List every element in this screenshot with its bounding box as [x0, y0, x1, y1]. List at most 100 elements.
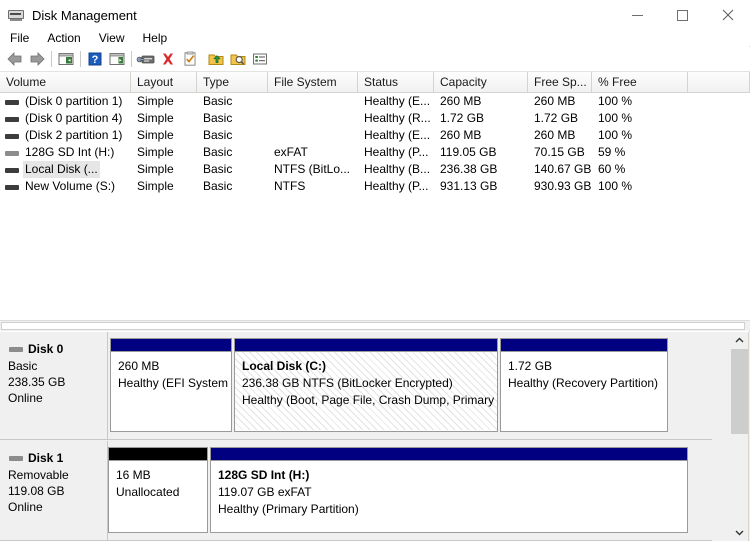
- partition-details: Local Disk (C:) 236.38 GB NTFS (BitLocker…: [235, 352, 497, 430]
- partition-color-bar: [501, 339, 667, 352]
- cell-free-sp: 930.93 GB: [534, 179, 592, 193]
- cell-capacity: 1.72 GB: [440, 111, 485, 125]
- column-header-volume[interactable]: Volume: [0, 72, 131, 92]
- volume-list-horizontal-scrollbar[interactable]: [0, 320, 750, 331]
- disk-name: Disk 0: [28, 342, 64, 356]
- scroll-up-button[interactable]: [731, 332, 748, 349]
- column-header-type[interactable]: Type: [197, 72, 268, 92]
- volume-name-cell: Local Disk (...: [0, 161, 131, 178]
- disk-info-panel[interactable]: Disk 1 Removable 119.08 GB Online: [0, 441, 108, 540]
- close-icon: [722, 9, 733, 21]
- table-row[interactable]: Local Disk (... Simple Basic NTFS (BitLo...…: [0, 161, 750, 178]
- search-folder-button[interactable]: [227, 48, 249, 70]
- volume-list-pane: Volume Layout Type File System Status Capacit…: [0, 72, 750, 320]
- disk-row[interactable]: Disk 0 Basic 238.35 GB Online 260 MB Healthy …: [0, 332, 712, 440]
- show-hide-action-pane-icon: [109, 53, 125, 65]
- partition-line-1: 16 MB: [116, 468, 151, 482]
- partition-line-1: 236.38 GB NTFS (BitLocker Encrypted): [242, 376, 453, 390]
- table-row[interactable]: 128G SD Int (H:) Simple Basic exFAT Healthy …: [0, 144, 750, 161]
- partition-block[interactable]: Local Disk (C:) 236.38 GB NTFS (BitLocker…: [234, 338, 498, 432]
- maximize-button[interactable]: [660, 0, 705, 30]
- close-button[interactable]: [705, 0, 750, 30]
- vertical-scrollbar-thumb[interactable]: [731, 349, 748, 434]
- cell-type: Basic: [203, 145, 233, 159]
- help-button[interactable]: ?: [84, 48, 106, 70]
- cell-layout: Simple: [137, 128, 174, 142]
- volume-name-cell: New Volume (S:): [0, 178, 131, 195]
- cell-status: Healthy (E...: [364, 128, 431, 142]
- disk-size: 119.08 GB: [8, 484, 65, 498]
- export-icon: [208, 54, 224, 65]
- scroll-down-button[interactable]: [731, 524, 748, 541]
- table-row[interactable]: (Disk 0 partition 1) Simple Basic Healthy (…: [0, 93, 750, 110]
- cell-free-sp: 1.72 GB: [534, 111, 579, 125]
- cell-layout: Simple: [137, 145, 174, 159]
- table-row[interactable]: (Disk 0 partition 4) Simple Basic Healthy (…: [0, 110, 750, 127]
- cell-free: 100 %: [598, 179, 633, 193]
- disk-view-vertical-scrollbar[interactable]: [731, 332, 748, 541]
- horizontal-scrollbar-thumb[interactable]: [1, 322, 745, 330]
- menu-item-file[interactable]: File: [0, 30, 38, 46]
- partition-details: 128G SD Int (H:) 119.07 GB exFAT Healthy (…: [211, 461, 687, 531]
- list-view-button[interactable]: [249, 48, 271, 70]
- back-arrow-button[interactable]: [4, 48, 26, 70]
- column-header-capacity[interactable]: Capacity: [434, 72, 528, 92]
- disk-info-panel[interactable]: Disk 0 Basic 238.35 GB Online: [0, 332, 108, 439]
- cell-capacity: 119.05 GB: [440, 145, 497, 159]
- cell-file-system: [268, 93, 358, 110]
- partition-block[interactable]: 260 MB Healthy (EFI System: [110, 338, 232, 432]
- column-header-layout[interactable]: Layout: [131, 72, 197, 92]
- column-header-status[interactable]: Status: [358, 72, 434, 92]
- table-row[interactable]: New Volume (S:) Simple Basic NTFS Healthy (P…: [0, 178, 750, 195]
- toolbar-separator: [131, 51, 132, 67]
- column-header-blank[interactable]: [688, 72, 750, 92]
- partition-line-2: Healthy (Boot, Page File, Crash Dump, Pr…: [242, 393, 497, 407]
- column-header-free-sp[interactable]: Free Sp...: [528, 72, 592, 92]
- disk-type: Basic: [8, 359, 38, 373]
- cell-free-sp: 70.15 GB: [534, 145, 585, 159]
- cell-free: 100 %: [598, 128, 633, 142]
- disk-management-icon: [8, 7, 24, 23]
- cell-file-system: exFAT: [274, 145, 308, 159]
- volume-icon-dark: [4, 111, 20, 127]
- menu-item-action[interactable]: Action: [38, 30, 89, 46]
- export-list-button[interactable]: [205, 48, 227, 70]
- disk-icon: [8, 450, 24, 466]
- show-hide-console-tree-button[interactable]: [55, 48, 77, 70]
- volume-icon-dark: [4, 94, 20, 110]
- check-disk-button[interactable]: [179, 48, 201, 70]
- partition-block[interactable]: 16 MB Unallocated: [108, 447, 208, 533]
- cell-free: 60 %: [598, 162, 626, 176]
- menu-item-view[interactable]: View: [90, 30, 134, 46]
- partition-block[interactable]: 128G SD Int (H:) 119.07 GB exFAT Healthy (…: [210, 447, 688, 533]
- show-hide-action-pane-button[interactable]: [106, 48, 128, 70]
- table-row[interactable]: (Disk 2 partition 1) Simple Basic Healthy (…: [0, 127, 750, 144]
- minimize-button[interactable]: [615, 0, 660, 30]
- cell-file-system: NTFS: [274, 179, 306, 193]
- disk-status: Online: [8, 500, 43, 514]
- forward-arrow-button[interactable]: [26, 48, 48, 70]
- toolbar: ?: [0, 47, 750, 72]
- partition-block[interactable]: 1.72 GB Healthy (Recovery Partition): [500, 338, 668, 432]
- cell-type: Basic: [203, 179, 233, 193]
- column-header-file-system[interactable]: File System: [268, 72, 358, 92]
- volume-label: (Disk 2 partition 1): [25, 128, 123, 142]
- disk-graphical-view: Disk 0 Basic 238.35 GB Online 260 MB Healthy …: [0, 332, 750, 541]
- back-arrow-icon: [7, 52, 22, 66]
- properties-button[interactable]: [135, 48, 157, 70]
- partition-line-2: Healthy (EFI System: [118, 376, 229, 390]
- partition-details: 16 MB Unallocated: [109, 461, 207, 531]
- cell-type: Basic: [203, 94, 233, 108]
- disk-title: Disk 0: [8, 341, 107, 357]
- disk-management-window: Disk Management File Action View Help ? …: [0, 0, 750, 541]
- svg-text:?: ?: [92, 54, 99, 66]
- cell-capacity: 931.13 GB: [440, 179, 498, 193]
- menu-item-help[interactable]: Help: [134, 30, 177, 46]
- disk-row[interactable]: Disk 1 Removable 119.08 GB Online 16 MB Unall…: [0, 441, 712, 541]
- toolbar-separator: [51, 51, 52, 67]
- volume-list-header: Volume Layout Type File System Status Capacit…: [0, 72, 750, 93]
- partition-strip: 260 MB Healthy (EFI System Local Disk (C:)…: [108, 332, 712, 439]
- column-header-free[interactable]: % Free: [592, 72, 688, 92]
- delete-button[interactable]: [157, 48, 179, 70]
- cell-type: Basic: [203, 111, 233, 125]
